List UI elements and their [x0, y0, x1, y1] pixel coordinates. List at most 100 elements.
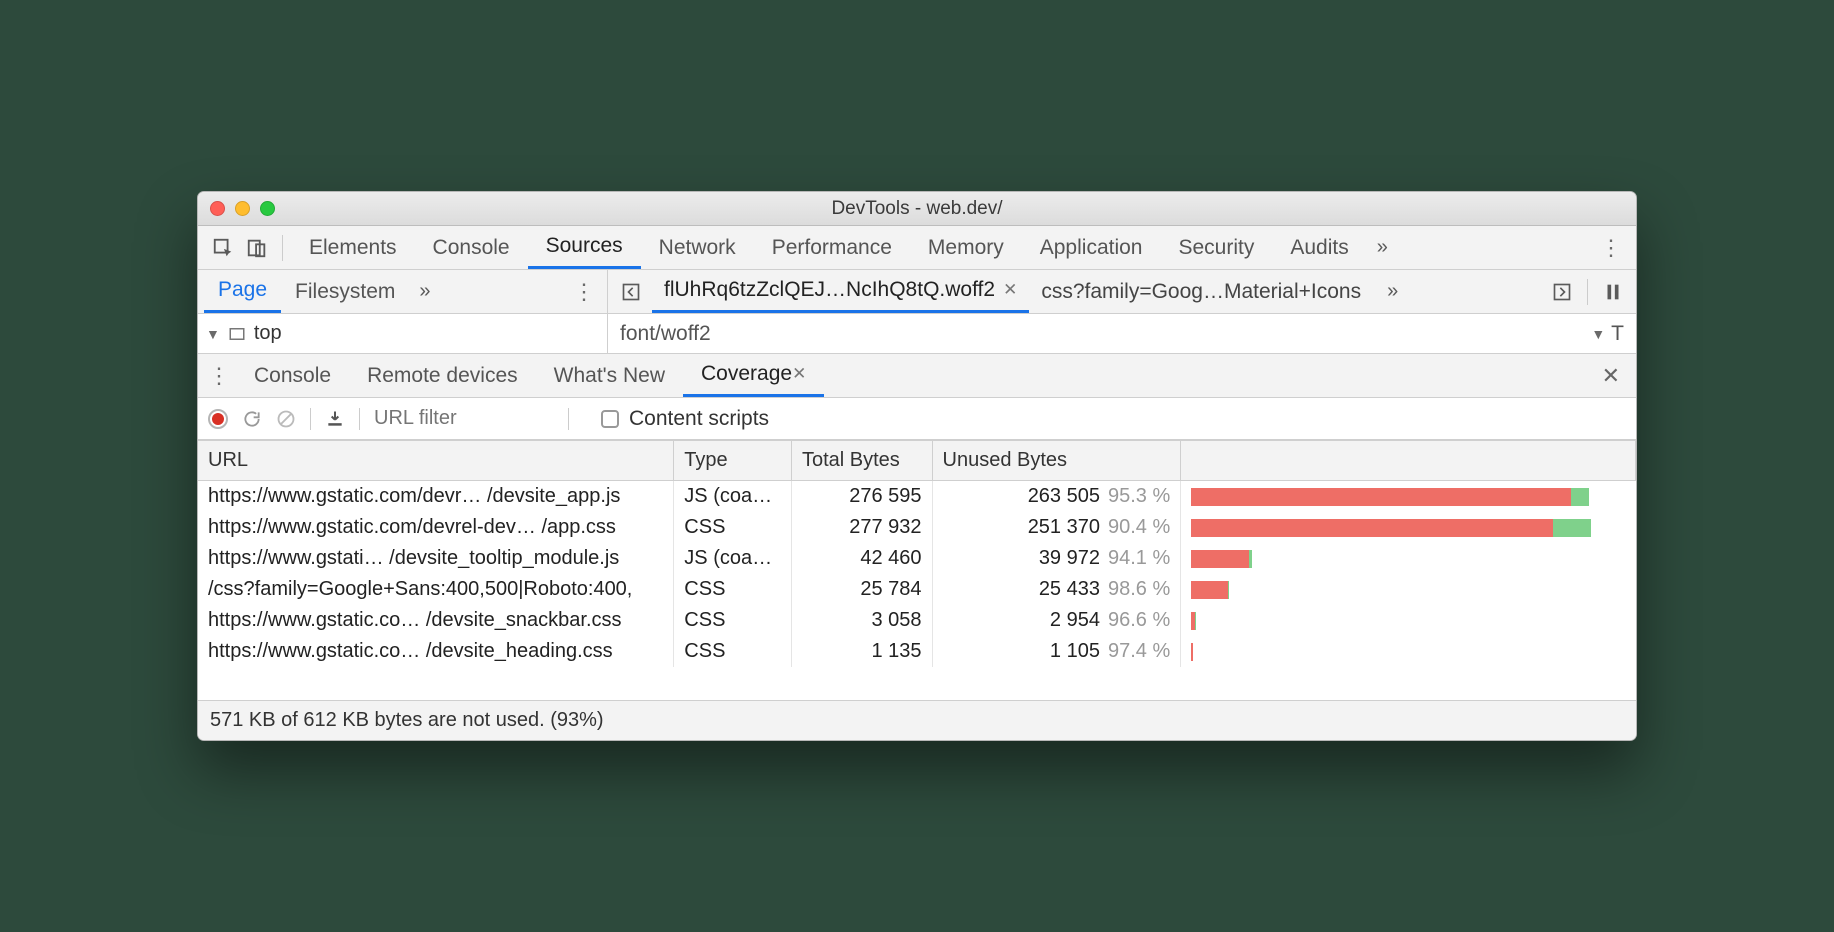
- frame-icon: [228, 325, 246, 343]
- main-tab-application[interactable]: Application: [1022, 226, 1161, 269]
- drawer-tab-what-s-new[interactable]: What's New: [536, 354, 683, 397]
- file-tab[interactable]: css?family=Goog…Material+Icons: [1029, 270, 1373, 313]
- cell-url: https://www.gstati… /devsite_tooltip_mod…: [198, 543, 674, 574]
- col-header[interactable]: [1181, 441, 1636, 481]
- cell-usage-bar: [1181, 512, 1636, 543]
- table-row[interactable]: https://www.gstatic.co… /devsite_heading…: [198, 636, 1636, 667]
- close-drawer-tab-icon[interactable]: ✕: [792, 364, 806, 384]
- navigator-menu-icon[interactable]: ⋮: [567, 279, 601, 305]
- content-mime: font/woff2: [620, 322, 711, 346]
- tree-root-label: top: [254, 322, 282, 345]
- content-scripts-checkbox[interactable]: [601, 410, 619, 428]
- main-tab-performance[interactable]: Performance: [754, 226, 910, 269]
- titlebar: DevTools - web.dev/: [198, 192, 1636, 226]
- nav-tab-page[interactable]: Page: [204, 270, 281, 313]
- file-tab-label: flUhRq6tzZclQEJ…NcIhQ8tQ.woff2: [664, 278, 995, 302]
- content-preview: font/woff2 ▼ T: [608, 314, 1636, 353]
- device-toolbar-icon[interactable]: [240, 231, 274, 265]
- cell-url: https://www.gstatic.com/devrel-dev… /app…: [198, 512, 674, 543]
- tree-content-row: ▼ top font/woff2 ▼ T: [198, 314, 1636, 354]
- separator: [359, 408, 360, 430]
- col-header[interactable]: Total Bytes: [791, 441, 932, 481]
- main-tab-security[interactable]: Security: [1160, 226, 1272, 269]
- col-header[interactable]: Type: [674, 441, 792, 481]
- cell-total: 3 058: [791, 605, 932, 636]
- separator: [1587, 279, 1588, 305]
- more-tabs-icon[interactable]: »: [1367, 236, 1398, 259]
- cell-total: 25 784: [791, 574, 932, 605]
- window-title: DevTools - web.dev/: [198, 198, 1636, 220]
- page-tree[interactable]: ▼ top: [198, 314, 608, 353]
- cell-usage-bar: [1181, 574, 1636, 605]
- table-row[interactable]: https://www.gstatic.co… /devsite_snackba…: [198, 605, 1636, 636]
- cell-unused: 1 10597.4 %: [932, 636, 1181, 667]
- cell-unused: 263 50595.3 %: [932, 481, 1181, 513]
- table-row[interactable]: https://www.gstatic.com/devrel-dev… /app…: [198, 512, 1636, 543]
- cell-type: CSS: [674, 574, 792, 605]
- drawer-tab-label: Console: [254, 364, 331, 388]
- file-tab[interactable]: flUhRq6tzZclQEJ…NcIhQ8tQ.woff2 ✕: [652, 270, 1029, 313]
- cell-unused: 251 37090.4 %: [932, 512, 1181, 543]
- more-file-tabs-icon[interactable]: »: [1377, 280, 1408, 303]
- more-nav-tabs-icon[interactable]: »: [409, 280, 440, 303]
- file-tab-label: css?family=Goog…Material+Icons: [1041, 280, 1361, 304]
- coverage-status-bar: 571 KB of 612 KB bytes are not used. (93…: [198, 700, 1636, 740]
- right-panel-label: T: [1611, 322, 1624, 346]
- url-filter-input[interactable]: [374, 407, 554, 430]
- cell-total: 277 932: [791, 512, 932, 543]
- drawer-menu-icon[interactable]: ⋮: [202, 363, 236, 389]
- main-tab-strip: ElementsConsoleSourcesNetworkPerformance…: [198, 226, 1636, 270]
- drawer-tab-strip: ⋮ Console Remote devices What's New Coverag…: [198, 354, 1636, 398]
- close-file-icon[interactable]: ✕: [1003, 280, 1017, 300]
- cell-unused: 2 95496.6 %: [932, 605, 1181, 636]
- drawer-tab-label: Remote devices: [367, 364, 518, 388]
- main-tab-elements[interactable]: Elements: [291, 226, 415, 269]
- nav-tab-filesystem[interactable]: Filesystem: [281, 270, 409, 313]
- sources-toolbar: PageFilesystem » ⋮ flUhRq6tzZclQEJ…NcIhQ…: [198, 270, 1636, 314]
- cell-url: https://www.gstatic.com/devr… /devsite_a…: [198, 481, 674, 513]
- drawer-tab-label: What's New: [554, 364, 665, 388]
- navigator-pane: PageFilesystem » ⋮: [198, 270, 608, 313]
- cell-total: 42 460: [791, 543, 932, 574]
- clear-icon[interactable]: [276, 409, 296, 429]
- separator: [310, 408, 311, 430]
- record-button[interactable]: [208, 409, 228, 429]
- col-header[interactable]: Unused Bytes: [932, 441, 1181, 481]
- main-tab-network[interactable]: Network: [641, 226, 754, 269]
- collapse-icon[interactable]: ▼: [1591, 326, 1605, 342]
- cell-url: https://www.gstatic.co… /devsite_snackba…: [198, 605, 674, 636]
- settings-menu-icon[interactable]: ⋮: [1594, 235, 1628, 261]
- export-icon[interactable]: [325, 409, 345, 429]
- cell-total: 1 135: [791, 636, 932, 667]
- cell-usage-bar: [1181, 543, 1636, 574]
- inspect-element-icon[interactable]: [206, 231, 240, 265]
- close-drawer-icon[interactable]: ✕: [1590, 363, 1632, 389]
- cell-type: CSS: [674, 636, 792, 667]
- devtools-window: DevTools - web.dev/ ElementsConsoleSourc…: [197, 191, 1637, 741]
- main-tab-sources[interactable]: Sources: [528, 226, 641, 269]
- pause-script-icon[interactable]: [1596, 275, 1630, 309]
- cell-usage-bar: [1181, 605, 1636, 636]
- prev-file-icon[interactable]: [614, 275, 648, 309]
- coverage-toolbar: Content scripts: [198, 398, 1636, 440]
- expand-icon[interactable]: ▼: [206, 326, 220, 342]
- editor-tab-strip: flUhRq6tzZclQEJ…NcIhQ8tQ.woff2 ✕ css?famil…: [608, 270, 1636, 313]
- drawer-tab-console[interactable]: Console: [236, 354, 349, 397]
- drawer-tab-coverage[interactable]: Coverage ✕: [683, 354, 824, 397]
- table-row[interactable]: /css?family=Google+Sans:400,500|Roboto:4…: [198, 574, 1636, 605]
- cell-url: /css?family=Google+Sans:400,500|Roboto:4…: [198, 574, 674, 605]
- coverage-table-wrap: URLTypeTotal BytesUnused Bytes https://w…: [198, 440, 1636, 700]
- content-scripts-label: Content scripts: [629, 407, 769, 431]
- main-tab-audits[interactable]: Audits: [1272, 226, 1366, 269]
- main-tab-memory[interactable]: Memory: [910, 226, 1022, 269]
- reload-icon[interactable]: [242, 409, 262, 429]
- drawer-tab-remote-devices[interactable]: Remote devices: [349, 354, 536, 397]
- cell-url: https://www.gstatic.co… /devsite_heading…: [198, 636, 674, 667]
- table-row[interactable]: https://www.gstati… /devsite_tooltip_mod…: [198, 543, 1636, 574]
- cell-usage-bar: [1181, 636, 1636, 667]
- next-file-icon[interactable]: [1545, 275, 1579, 309]
- col-header[interactable]: URL: [198, 441, 674, 481]
- main-tab-console[interactable]: Console: [415, 226, 528, 269]
- table-row[interactable]: https://www.gstatic.com/devr… /devsite_a…: [198, 481, 1636, 513]
- cell-unused: 39 97294.1 %: [932, 543, 1181, 574]
